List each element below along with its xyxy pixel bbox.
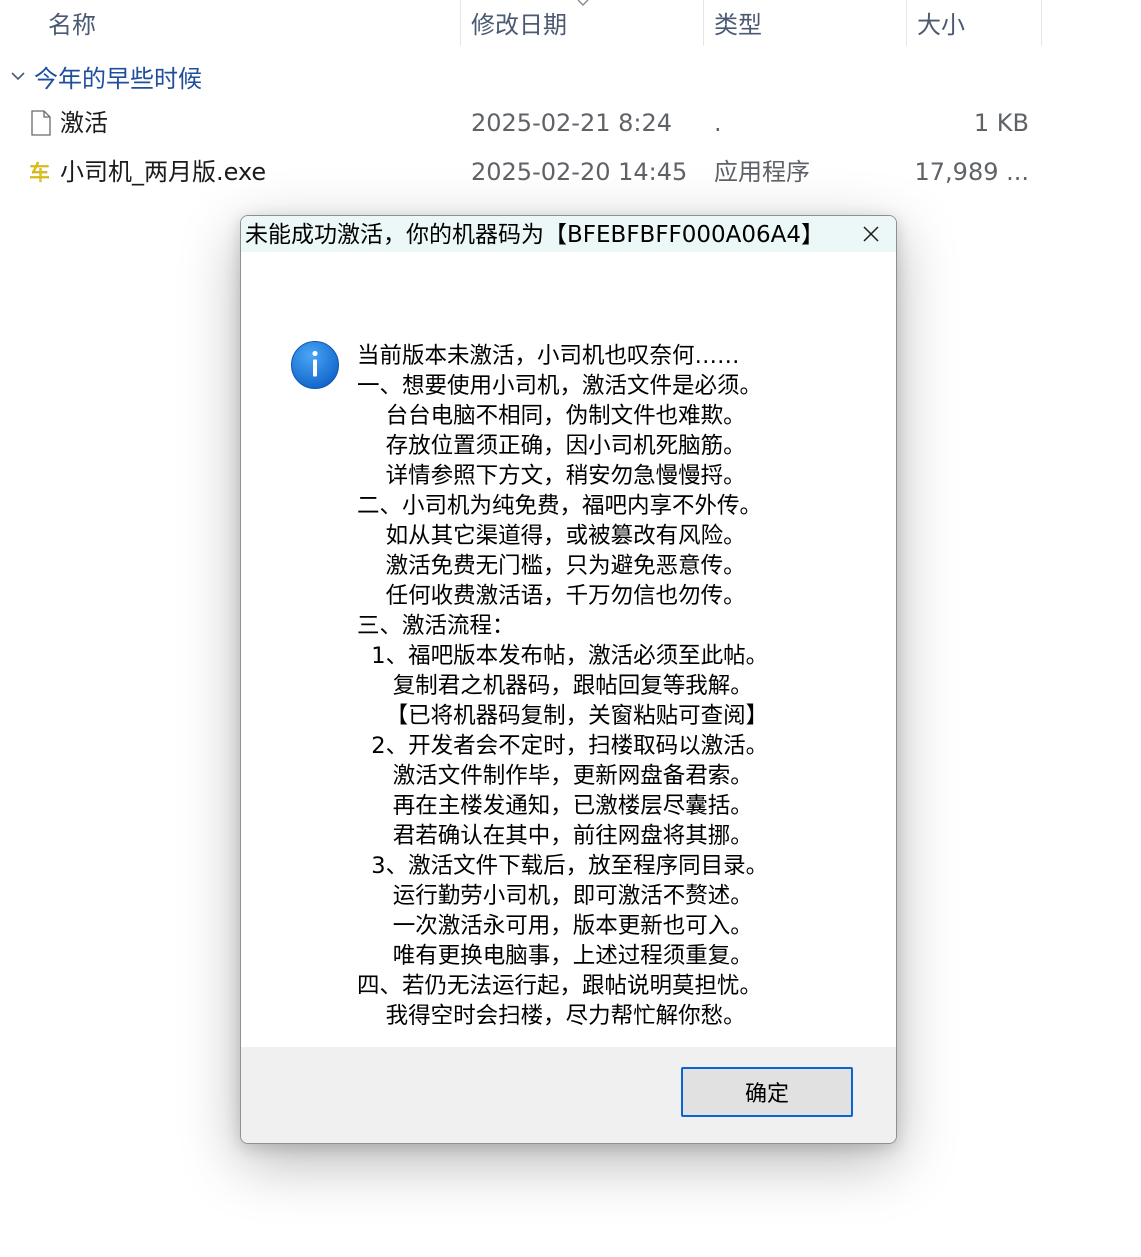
message-line: 唯有更换电脑事，上述过程须重复。 [357,943,753,969]
close-icon [863,226,879,242]
message-line: 存放位置须正确，因小司机死脑筋。 [357,433,746,459]
column-header-row: 名称 修改日期 类型 大小 [0,0,1141,48]
message-line: 激活文件制作毕，更新网盘备君索。 [357,763,753,789]
file-row[interactable]: 车 小司机_两月版.exe 2025-02-20 14:45 应用程序 17,9… [0,149,1141,195]
message-line: 三、激活流程： [357,613,515,639]
column-divider[interactable] [460,0,461,46]
message-line: 再在主楼发通知，已激楼层尽囊括。 [357,793,753,819]
message-line: 1、福吧版本发布帖，激活必须至此帖。 [357,643,769,669]
message-line: 君若确认在其中，前往网盘将其挪。 [357,823,753,849]
blank-file-icon [31,110,51,136]
message-line: 3、激活文件下载后，放至程序同目录。 [357,853,769,879]
column-header-date-modified[interactable]: 修改日期 [471,0,567,48]
message-line: 激活免费无门槛，只为避免恶意传。 [357,553,746,579]
dialog-footer: 确定 [241,1047,896,1143]
column-header-name[interactable]: 名称 [48,0,96,48]
dialog-content: 当前版本未激活，小司机也叹奈何…… 一、想要使用小司机，激活文件是必须。 台台电脑… [241,252,896,1047]
message-line: 一、想要使用小司机，激活文件是必须。 [357,373,763,399]
dialog-message: 当前版本未激活，小司机也叹奈何…… 一、想要使用小司机，激活文件是必须。 台台电脑… [357,341,877,1031]
message-line: 任何收费激活语，千万勿信也勿传。 [357,583,746,609]
close-button[interactable] [846,216,896,252]
message-line: 如从其它渠道得，或被篡改有风险。 [357,523,746,549]
file-size: 1 KB [973,109,1029,137]
message-line: 一次激活永可用，版本更新也可入。 [357,913,753,939]
message-line: 四、若仍无法运行起，跟帖说明莫担忧。 [357,973,763,999]
message-line: 运行勤劳小司机，即可激活不赘述。 [357,883,753,909]
message-line: 二、小司机为纯免费，福吧内享不外传。 [357,493,763,519]
column-header-type[interactable]: 类型 [714,0,762,48]
info-icon [291,341,339,389]
column-divider[interactable] [703,0,704,46]
file-row[interactable]: 激活 2025-02-21 8:24 . 1 KB [0,100,1141,146]
file-name: 小司机_两月版.exe [60,158,267,186]
chevron-down-icon[interactable] [8,66,28,86]
sort-chevron-icon [577,0,589,6]
file-type: 应用程序 [714,158,810,186]
file-type: . [714,109,722,137]
message-line: 台台电脑不相同，伪制文件也难欺。 [357,403,746,429]
car-app-icon: 车 [29,161,50,184]
svg-text:车: 车 [29,161,50,184]
file-name: 激活 [60,109,108,137]
message-line: 当前版本未激活，小司机也叹奈何…… [357,343,740,369]
file-date: 2025-02-21 8:24 [471,109,672,137]
file-date: 2025-02-20 14:45 [471,158,688,186]
message-line: 我得空时会扫楼，尽力帮忙解你愁。 [357,1003,746,1029]
file-size: 17,989 ... [914,158,1030,186]
group-label: 今年的早些时候 [34,64,202,93]
column-header-size[interactable]: 大小 [917,0,965,48]
dialog-title: 未能成功激活，你的机器码为【BFEBFBFF000A06A4】 [245,222,825,248]
ok-button[interactable]: 确定 [681,1067,853,1117]
group-header[interactable]: 今年的早些时候 [8,56,202,96]
column-divider[interactable] [906,0,907,46]
column-divider[interactable] [1041,0,1042,46]
activation-message-box: 未能成功激活，你的机器码为【BFEBFBFF000A06A4】 当前版本未激活，… [240,215,897,1144]
dialog-titlebar[interactable]: 未能成功激活，你的机器码为【BFEBFBFF000A06A4】 [241,216,896,252]
message-line: 2、开发者会不定时，扫楼取码以激活。 [357,733,769,759]
message-line: 详情参照下方文，稍安勿急慢慢捋。 [357,463,746,489]
message-line: 【已将机器码复制，关窗粘贴可查阅】 [357,703,769,729]
message-line: 复制君之机器码，跟帖回复等我解。 [357,673,753,699]
